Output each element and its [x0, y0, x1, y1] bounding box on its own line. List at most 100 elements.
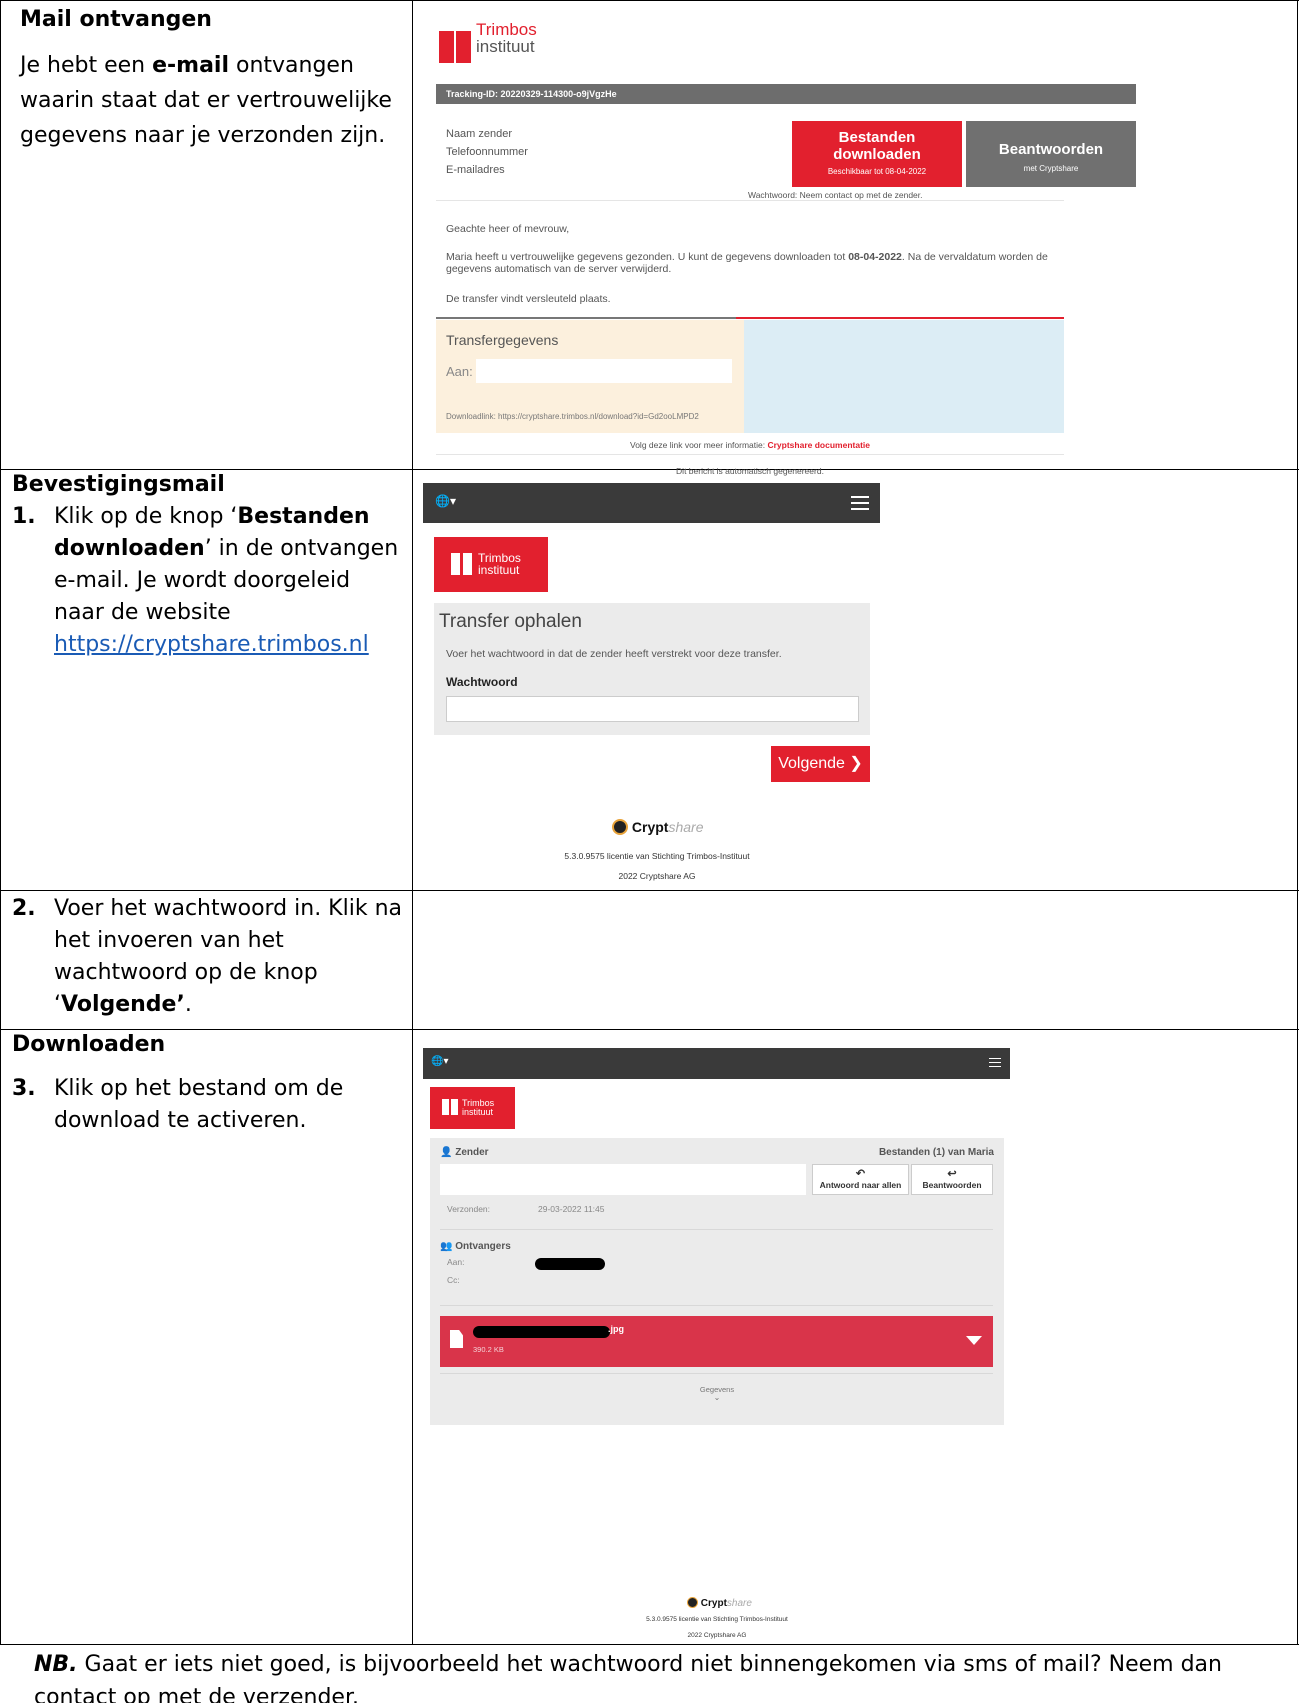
transfer-details-panel: 👤 Zender Bestanden (1) van Maria ↶ Antwo…	[430, 1138, 1004, 1425]
redacted-filename	[473, 1326, 610, 1338]
user-icon: 👤	[440, 1147, 453, 1158]
transfer-to-field	[476, 359, 732, 383]
top-nav-bar: 🌐▾	[423, 483, 880, 523]
step-number: 3.	[12, 1076, 36, 1101]
reply-button[interactable]: ↩ Beantwoorden	[911, 1164, 993, 1195]
table-border-left	[0, 0, 1, 1645]
page-title: Transfer ophalen	[439, 611, 582, 632]
email-body: Maria heeft u vertrouwelijke gegevens ge…	[446, 251, 1048, 275]
section-download-text: Downloaden 3. Klik op het bestand om de …	[12, 1029, 407, 1137]
trimbos-logo-subtext: instituut	[476, 37, 535, 56]
cryptshare-logo-icon	[687, 1597, 698, 1608]
email-encrypted-note: De transfer vindt versleuteld plaats.	[446, 293, 611, 305]
trimbos-logo-mark	[439, 31, 454, 63]
email-divider	[436, 454, 1064, 455]
trimbos-logo: Trimbos instituut	[434, 537, 548, 592]
panel-divider	[440, 1373, 993, 1374]
logo-square-icon	[442, 1099, 449, 1115]
transfer-to-label: Aan:	[446, 364, 473, 379]
section-confirmation-text: Bevestigingsmail 1. Klik op de knop ‘Bes…	[12, 469, 407, 661]
reply-all-icon: ↶	[855, 1168, 866, 1180]
expand-chevron-icon[interactable]	[966, 1336, 982, 1345]
panel-divider	[440, 1305, 993, 1306]
step-2: 2. Voer het wachtwoord in. Klik na het i…	[12, 893, 407, 1021]
language-menu-icon[interactable]: 🌐▾	[431, 1056, 448, 1067]
download-link[interactable]: Downloadlink: https://cryptshare.trimbos…	[446, 412, 699, 421]
to-label: Aan:	[447, 1257, 465, 1267]
auto-generated-note: Dit bericht is automatisch gegenereerd.	[676, 466, 824, 476]
sent-value: 29-03-2022 11:45	[538, 1204, 605, 1214]
transfer-details-title: Transfergegevens	[446, 332, 559, 348]
note-label: NB.	[34, 1652, 78, 1677]
license-text: 5.3.0.9575 licentie van Stichting Trimbo…	[564, 851, 750, 861]
recipients-label: 👥 Ontvangers	[440, 1241, 511, 1252]
file-size: 390.2 KB	[473, 1345, 504, 1354]
sender-email-label: E-mailadres	[446, 164, 505, 176]
license-text: 5.3.0.9575 licentie van Stichting Trimbo…	[646, 1616, 788, 1623]
email-greeting: Geachte heer of mevrouw,	[446, 223, 570, 235]
file-extension: .jpg	[608, 1324, 624, 1334]
step-3: 3. Klik op het bestand om de download te…	[12, 1073, 407, 1137]
sender-field	[440, 1164, 806, 1195]
step-1: 1. Klik op de knop ‘Bestanden downloaden…	[12, 501, 407, 661]
details-toggle[interactable]: Gegevens ⌄	[430, 1385, 1004, 1402]
heading-confirmation: Bevestigingsmail	[12, 472, 225, 497]
sender-name-label: Naam zender	[446, 128, 513, 140]
more-info-line: Volg deze link voor meer informatie: Cry…	[630, 440, 870, 450]
cc-label: Cc:	[447, 1275, 460, 1285]
password-input[interactable]	[446, 696, 859, 722]
table-row-divider-2	[0, 890, 1299, 891]
table-row-divider-4	[0, 1644, 1299, 1645]
file-download-item[interactable]: .jpg 390.2 KB	[440, 1316, 993, 1367]
top-nav-bar: 🌐▾	[423, 1048, 1010, 1079]
trimbos-logo-text: Trimbos	[476, 20, 537, 39]
copyright-text: 2022 Cryptshare AG	[687, 1632, 747, 1639]
page-description: Voer het wachtwoord in dat de zender hee…	[446, 648, 782, 660]
sent-label: Verzonden:	[447, 1204, 491, 1214]
sender-phone-label: Telefoonnummer	[446, 146, 528, 158]
logo-square-icon	[463, 553, 472, 575]
trimbos-logo-mark	[456, 31, 471, 63]
step-number: 2.	[12, 896, 36, 921]
email-screenshot: Trimbos instituut Tracking-ID: 20220329-…	[436, 14, 1136, 500]
users-icon: 👥	[440, 1241, 453, 1252]
sender-label: 👤 Zender	[440, 1147, 489, 1158]
next-button[interactable]: Volgende ❯	[771, 746, 870, 782]
hamburger-menu-icon[interactable]	[851, 496, 869, 510]
step-number: 1.	[12, 504, 36, 529]
password-note: Wachtwoord: Neem contact op met de zende…	[748, 190, 923, 200]
section-mail-received-text: Mail ontvangen Je hebt een e-mail ontvan…	[20, 4, 405, 153]
heading-mail-received: Mail ontvangen	[20, 7, 212, 32]
email-divider	[436, 200, 1064, 201]
cryptshare-logo: Cryptshare	[612, 819, 703, 835]
cryptshare-url-link[interactable]: https://cryptshare.trimbos.nl	[54, 632, 369, 657]
panel-divider	[440, 1229, 993, 1230]
redacted-recipient	[535, 1258, 605, 1270]
table-column-divider	[412, 0, 413, 1645]
password-label: Wachtwoord	[446, 675, 518, 689]
note-paragraph: NB. Gaat er iets niet goed, is bijvoorbe…	[34, 1652, 1222, 1703]
mail-received-description: Je hebt een e-mail ontvangen waarin staa…	[20, 53, 392, 148]
reply-all-button[interactable]: ↶ Antwoord naar allen	[812, 1164, 909, 1195]
logo-square-icon	[451, 1099, 458, 1115]
table-border-right	[1297, 0, 1298, 1645]
file-icon	[450, 1330, 463, 1348]
cryptshare-logo-icon	[612, 819, 628, 835]
reply-icon: ↩	[947, 1168, 957, 1180]
cryptshare-logo: Cryptshare	[687, 1597, 752, 1609]
transfer-details-box: Transfergegevens Aan: Downloadlink: http…	[436, 320, 744, 433]
language-menu-icon[interactable]: 🌐▾	[435, 494, 456, 508]
trimbos-logo: Trimbos instituut	[430, 1087, 515, 1129]
chevron-down-icon: ⌄	[713, 1393, 721, 1402]
copyright-text: 2022 Cryptshare AG	[618, 871, 696, 881]
reply-button[interactable]: Beantwoorden met Cryptshare	[966, 121, 1136, 187]
logo-square-icon	[451, 553, 460, 575]
cryptshare-docs-link[interactable]: Cryptshare documentatie	[767, 440, 870, 450]
tracking-id-bar: Tracking-ID: 20220329-114300-o9jVgzHe	[436, 84, 1136, 104]
table-border-top	[0, 0, 1299, 1]
hamburger-menu-icon[interactable]	[989, 1058, 1001, 1068]
download-files-button[interactable]: Bestanden downloaden Beschikbaar tot 08-…	[792, 121, 962, 187]
transfer-side-panel	[744, 320, 1064, 433]
transfer-divider	[436, 317, 1064, 319]
heading-download: Downloaden	[12, 1032, 166, 1057]
